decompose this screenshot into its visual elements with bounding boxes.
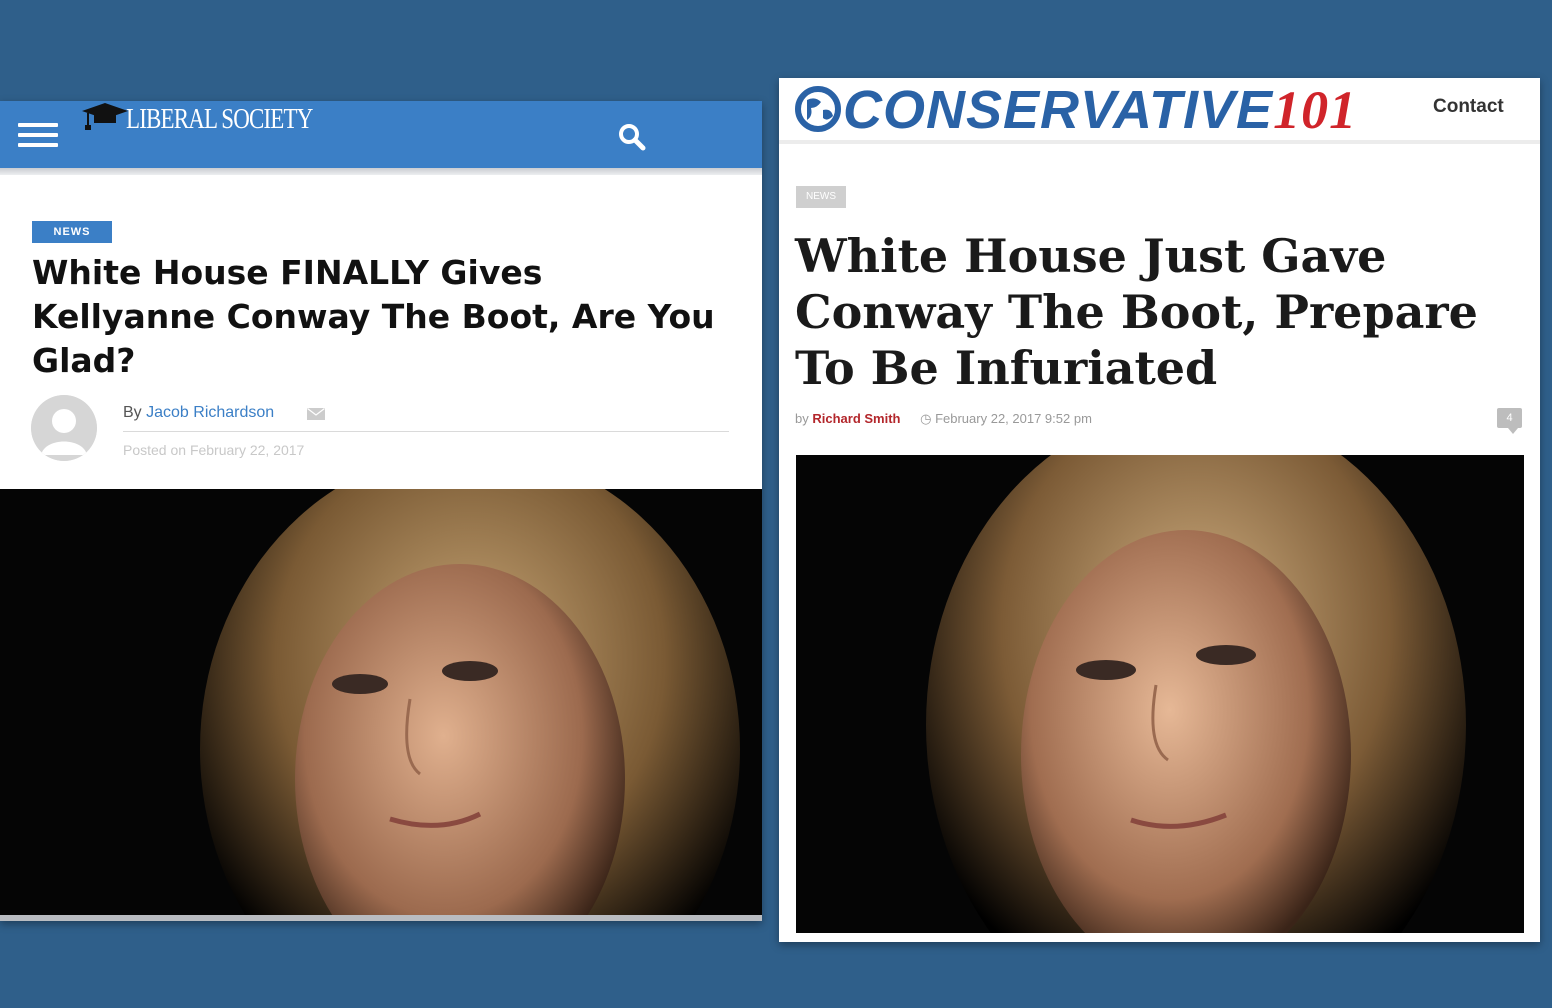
nav-contact-link[interactable]: Contact xyxy=(1433,96,1504,118)
clock-icon: ◷ xyxy=(920,411,932,426)
byline-prefix: by xyxy=(795,411,809,426)
logo-number: 101 xyxy=(1273,80,1358,140)
comment-count-badge[interactable]: 4 xyxy=(1497,408,1522,434)
article-photo xyxy=(796,455,1524,933)
author-avatar xyxy=(31,395,97,461)
email-icon[interactable] xyxy=(307,408,325,420)
header-divider xyxy=(779,140,1540,144)
byline-prefix: By xyxy=(123,404,142,421)
header-shadow xyxy=(0,168,762,175)
portrait-image xyxy=(796,455,1524,933)
site-logo[interactable]: LIBERAL SOCIETY xyxy=(126,104,313,136)
globe-icon xyxy=(795,86,841,132)
site-header: LIBERAL SOCIETY xyxy=(0,101,762,168)
category-badge[interactable]: NEWS xyxy=(796,186,846,208)
avatar-placeholder-icon xyxy=(31,395,97,461)
search-icon[interactable] xyxy=(616,121,648,153)
site-logo[interactable]: CONSERVATIVE101 xyxy=(843,80,1357,140)
conservative101-page: CONSERVATIVE101 Contact NEWS White House… xyxy=(779,78,1540,942)
hamburger-menu-icon[interactable] xyxy=(18,123,58,151)
byline: By Jacob Richardson xyxy=(123,404,274,422)
post-date: ◷ February 22, 2017 9:52 pm xyxy=(920,411,1092,426)
author-link[interactable]: Jacob Richardson xyxy=(146,404,274,421)
logo-main: CONSERVATIVE xyxy=(843,80,1274,140)
author-link[interactable]: Richard Smith xyxy=(812,411,900,426)
panel-bottom-border xyxy=(0,915,762,921)
site-header: CONSERVATIVE101 Contact xyxy=(779,78,1540,140)
graduation-cap-icon xyxy=(82,103,128,130)
byline: by Richard Smith ◷ February 22, 2017 9:5… xyxy=(795,411,1092,427)
article-photo xyxy=(0,489,762,915)
article-headline: White House Just Gave Conway The Boot, P… xyxy=(795,229,1478,395)
post-date: Posted on February 22, 2017 xyxy=(123,442,305,458)
liberal-society-page: LIBERAL SOCIETY NEWS White House FINALLY… xyxy=(0,101,762,921)
portrait-image xyxy=(0,489,762,915)
category-badge[interactable]: NEWS xyxy=(32,221,112,243)
post-date-text: February 22, 2017 9:52 pm xyxy=(935,411,1092,426)
article-headline: White House FINALLY Gives Kellyanne Conw… xyxy=(32,253,715,380)
byline-divider xyxy=(123,431,729,432)
